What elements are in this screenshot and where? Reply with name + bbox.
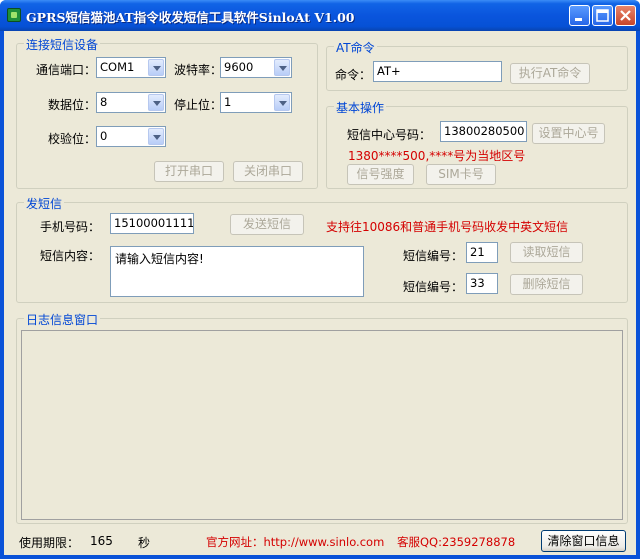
at-cmd-input[interactable]: AT+ (373, 61, 502, 82)
basic-group: 基本操作 短信中心号码： 13800280500 设置中心号 1380****5… (326, 99, 628, 189)
maximize-icon (596, 9, 609, 22)
log-group-label: 日志信息窗口 (24, 311, 101, 328)
clear-log-button[interactable]: 清除窗口信息 (541, 530, 626, 552)
serial-group: 连接短信设备 通信端口： COM1 波特率： 9600 数据位： 8 停止位： … (16, 36, 318, 189)
at-cmd-label: 命令： (335, 68, 372, 82)
chevron-down-icon[interactable] (148, 94, 164, 111)
stopbits-value: 1 (224, 95, 232, 109)
chevron-down-icon[interactable] (148, 59, 164, 76)
port-select[interactable]: COM1 (96, 57, 166, 78)
databits-value: 8 (100, 95, 108, 109)
databits-label: 数据位： (48, 98, 97, 112)
stopbits-select[interactable]: 1 (220, 92, 292, 113)
parity-select[interactable]: 0 (96, 126, 166, 147)
stopbits-label: 停止位： (174, 98, 223, 112)
close-port-button[interactable]: 关闭串口 (233, 161, 303, 182)
parity-label: 校验位： (48, 132, 97, 146)
center-number-hint: 1380****500,****号为当地区号 (348, 149, 526, 163)
minimize-icon (575, 18, 582, 21)
close-icon (620, 10, 631, 21)
phone-input[interactable]: 15100001111 (110, 213, 194, 234)
log-group: 日志信息窗口 (16, 311, 628, 524)
title-bar[interactable]: GPRS短信猫池AT指令收发短信工具软件SinloAt V1.00 (0, 0, 640, 31)
signal-strength-button[interactable]: 信号强度 (347, 164, 414, 185)
delete-index-label: 短信编号： (403, 280, 464, 294)
client-area: 连接短信设备 通信端口： COM1 波特率： 9600 数据位： 8 停止位： … (4, 31, 636, 555)
chevron-down-icon[interactable] (274, 59, 290, 76)
at-group-label: AT命令 (334, 39, 377, 56)
support-qq-text: 客服QQ:2359278878 (397, 535, 516, 549)
usage-period-value: 165 (90, 534, 113, 548)
execute-at-button[interactable]: 执行AT命令 (510, 63, 590, 84)
port-label: 通信端口： (36, 63, 97, 77)
read-index-input[interactable]: 21 (466, 242, 498, 263)
usage-period-label: 使用期限： (19, 536, 80, 550)
sms-group: 发短信 手机号码： 15100001111 发送短信 支持往10086和普通手机… (16, 195, 628, 303)
chevron-down-icon[interactable] (148, 128, 164, 145)
open-port-button[interactable]: 打开串口 (154, 161, 224, 182)
content-label: 短信内容： (40, 249, 101, 263)
baud-select[interactable]: 9600 (220, 57, 292, 78)
log-output[interactable] (21, 330, 623, 520)
read-index-label: 短信编号： (403, 249, 464, 263)
center-number-input[interactable]: 13800280500 (440, 121, 527, 142)
sms-group-label: 发短信 (24, 195, 65, 212)
center-number-label: 短信中心号码： (347, 128, 432, 142)
baud-value: 9600 (224, 60, 254, 74)
at-group: AT命令 命令： AT+ 执行AT命令 (326, 39, 628, 91)
app-window: GPRS短信猫池AT指令收发短信工具软件SinloAt V1.00 连接短信设备… (0, 0, 640, 559)
sim-number-button[interactable]: SIM卡号 (426, 164, 496, 185)
basic-group-label: 基本操作 (334, 99, 387, 116)
usage-period-unit: 秒 (138, 536, 151, 550)
chevron-down-icon[interactable] (274, 94, 290, 111)
serial-group-label: 连接短信设备 (24, 36, 101, 53)
phone-label: 手机号码： (40, 220, 101, 234)
official-site-text: 官方网址：http://www.sinlo.com (206, 535, 385, 549)
close-button[interactable] (615, 5, 636, 26)
delete-sms-button[interactable]: 删除短信 (510, 274, 583, 295)
baud-label: 波特率： (174, 63, 223, 77)
set-center-button[interactable]: 设置中心号 (532, 123, 605, 144)
port-value: COM1 (100, 60, 135, 74)
databits-select[interactable]: 8 (96, 92, 166, 113)
support-note: 支持往10086和普通手机号码收发中英文短信 (326, 220, 569, 234)
send-sms-button[interactable]: 发送短信 (230, 214, 304, 235)
minimize-button[interactable] (569, 5, 590, 26)
window-title: GPRS短信猫池AT指令收发短信工具软件SinloAt V1.00 (26, 10, 355, 25)
parity-value: 0 (100, 129, 108, 143)
content-textarea[interactable]: 请输入短信内容! (110, 246, 364, 297)
app-icon (7, 8, 21, 22)
delete-index-input[interactable]: 33 (466, 273, 498, 294)
maximize-button[interactable] (592, 5, 613, 26)
read-sms-button[interactable]: 读取短信 (510, 242, 583, 263)
